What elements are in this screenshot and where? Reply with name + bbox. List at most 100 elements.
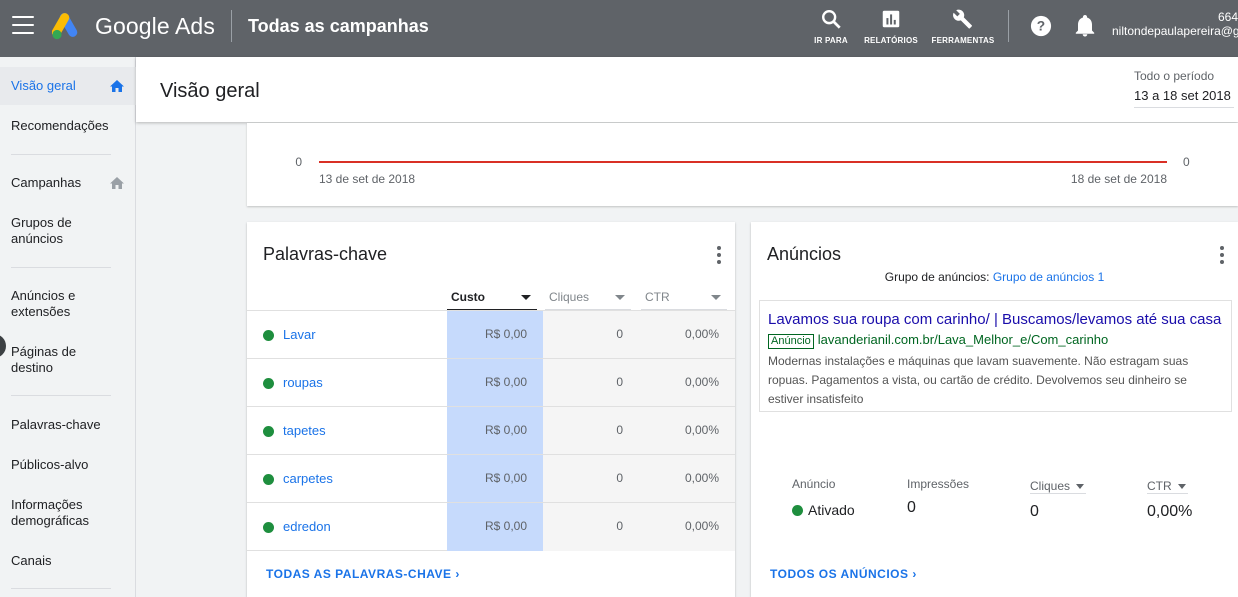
period-range: 13 a 18 set 2018: [1134, 88, 1234, 108]
campaign-scope-title[interactable]: Todas as campanhas: [248, 16, 429, 37]
clicks-metric-dropdown[interactable]: Cliques: [1030, 479, 1087, 494]
performance-chart: 0 0 13 de set de 2018 18 de set de 2018: [295, 155, 1190, 186]
ad-group-link[interactable]: Grupo de anúncios 1: [993, 270, 1104, 284]
ad-url-line: Anúncio lavanderianil.com.br/Lava_Melhor_…: [768, 332, 1223, 349]
sidebar-divider: [11, 267, 111, 268]
google-ads-logo-icon[interactable]: [52, 12, 84, 40]
column-header-cost[interactable]: Custo: [447, 284, 537, 310]
x-axis-tick-label: 13 de set de 2018: [319, 172, 415, 186]
table-row: Lavar R$ 0,00 0 0,00%: [247, 310, 735, 359]
home-icon: [110, 177, 124, 189]
sort-descending-icon: [521, 295, 531, 300]
sidebar-item-ads-extensions[interactable]: Anúncios e extensões: [0, 288, 90, 320]
sidebar-item-keywords[interactable]: Palavras-chave: [0, 417, 136, 433]
sidebar-item-demographics[interactable]: Informações demográficas: [0, 497, 100, 529]
all-ads-label: TODOS OS ANÚNCIOS: [770, 567, 909, 581]
sidebar-divider: [11, 154, 111, 155]
stat-ctr: CTR 0,00%: [1147, 477, 1192, 521]
account-email: niltondepaulapereira@g: [1112, 24, 1238, 38]
column-header-clicks[interactable]: Cliques: [545, 284, 631, 310]
table-row: tapetes R$ 0,00 0 0,00%: [247, 406, 735, 455]
status-text: Ativado: [808, 502, 855, 518]
table-row: roupas R$ 0,00 0 0,00%: [247, 358, 735, 407]
sidebar-item-label: Páginas de destino: [11, 344, 77, 375]
ad-display-url: lavanderianil.com.br/Lava_Melhor_e/Com_c…: [817, 332, 1109, 347]
more-options-icon[interactable]: [1220, 246, 1224, 264]
sidebar-item-landing-pages[interactable]: Páginas de destino: [0, 344, 90, 376]
ad-headline[interactable]: Lavamos sua roupa com carinho/ | Buscamo…: [768, 311, 1223, 328]
account-info[interactable]: 664- niltondepaulapereira@g: [1112, 10, 1238, 38]
more-options-icon[interactable]: [717, 246, 721, 264]
clicks-cell: 0: [616, 423, 623, 437]
cost-cell: R$ 0,00: [484, 327, 527, 341]
performance-chart-card: 0 0 13 de set de 2018 18 de set de 2018: [247, 123, 1238, 206]
sidebar-item-overview[interactable]: Visão geral: [0, 67, 136, 105]
chevron-right-icon: ›: [912, 567, 917, 581]
dropdown-arrow-icon: [615, 295, 625, 300]
top-bar: Google Ads Todas as campanhas IR PARA RE…: [0, 0, 1238, 57]
keyword-link[interactable]: roupas: [283, 375, 323, 390]
y-axis-left-tick-label: 0: [295, 155, 302, 169]
ad-preview[interactable]: Lavamos sua roupa com carinho/ | Buscamo…: [759, 300, 1232, 412]
ctr-cell: 0,00%: [684, 519, 719, 533]
sidebar-item-ad-groups[interactable]: Grupos de anúncios: [0, 215, 90, 247]
status-value: Ativado: [792, 502, 855, 518]
goto-button[interactable]: IR PARA: [814, 8, 848, 45]
tools-label: FERRAMENTAS: [931, 36, 995, 45]
account-id: 664-: [1217, 10, 1238, 24]
status-enabled-icon: [792, 505, 803, 516]
table-row: carpetes R$ 0,00 0 0,00%: [247, 454, 735, 503]
search-icon: [822, 10, 841, 29]
keywords-table-body: Lavar R$ 0,00 0 0,00% roupas R$ 0,00 0 0…: [247, 310, 735, 551]
reports-button[interactable]: RELATÓRIOS: [862, 8, 920, 45]
keyword-link[interactable]: tapetes: [283, 423, 326, 438]
ctr-cell: 0,00%: [684, 375, 719, 389]
stat-clicks: Cliques 0: [1030, 477, 1087, 521]
column-header-label: Custo: [451, 290, 485, 304]
ad-group-selector: Grupo de anúncios: Grupo de anúncios 1: [751, 270, 1238, 284]
main-header: Visão geral Todo o período 13 a 18 set 2…: [136, 57, 1238, 122]
sidebar-divider: [11, 588, 111, 589]
column-header-label: CTR: [645, 290, 670, 304]
topbar-divider: [1008, 10, 1009, 42]
topbar-divider: [231, 10, 232, 42]
stat-value: 0,00%: [1147, 503, 1193, 520]
all-keywords-link[interactable]: TODAS AS PALAVRAS-CHAVE ›: [266, 567, 460, 581]
menu-icon[interactable]: [12, 16, 34, 34]
help-icon[interactable]: ?: [1030, 15, 1052, 37]
status-enabled-icon: [263, 522, 274, 533]
all-ads-link[interactable]: TODOS OS ANÚNCIOS ›: [770, 567, 917, 581]
sidebar-item-campaigns[interactable]: Campanhas: [0, 175, 136, 191]
column-header-label: Cliques: [549, 290, 590, 304]
clicks-cell: 0: [616, 327, 623, 341]
sidebar-item-label: Grupos de anúncios: [11, 215, 72, 246]
sidebar: Visão geral Recomendações Campanhas Grup…: [0, 57, 136, 597]
page-title: Visão geral: [160, 80, 260, 102]
stat-label: Impressões: [907, 477, 970, 491]
sidebar-item-audiences[interactable]: Públicos-alvo: [0, 457, 136, 473]
notifications-bell-icon[interactable]: [1075, 15, 1095, 37]
keyword-link[interactable]: carpetes: [283, 471, 333, 486]
sidebar-item-recommendations[interactable]: Recomendações: [0, 118, 136, 134]
sidebar-divider: [11, 395, 111, 396]
wrench-icon: [953, 9, 972, 29]
tools-button[interactable]: FERRAMENTAS: [930, 8, 996, 45]
date-range-picker[interactable]: Todo o período 13 a 18 set 2018: [1134, 69, 1234, 108]
keywords-card: Palavras-chave Custo Cliques CTR Lavar R…: [247, 222, 735, 597]
ctr-metric-dropdown[interactable]: CTR: [1147, 479, 1188, 494]
keyword-link[interactable]: edredon: [283, 519, 331, 534]
chevron-right-icon: ›: [455, 567, 460, 581]
sidebar-item-placements[interactable]: Canais: [0, 553, 136, 569]
column-header-ctr[interactable]: CTR: [641, 284, 727, 310]
ctr-cell: 0,00%: [684, 327, 719, 341]
ad-group-label: Grupo de anúncios:: [884, 270, 990, 284]
keyword-link[interactable]: Lavar: [283, 327, 316, 342]
goto-label: IR PARA: [814, 36, 848, 45]
reports-label: RELATÓRIOS: [864, 36, 918, 45]
all-keywords-label: TODAS AS PALAVRAS-CHAVE: [266, 567, 452, 581]
table-row: edredon R$ 0,00 0 0,00%: [247, 502, 735, 551]
reports-icon: [882, 10, 900, 28]
sidebar-item-label: Palavras-chave: [11, 417, 101, 432]
y-axis-right-tick-label: 0: [1183, 155, 1190, 169]
cost-cell: R$ 0,00: [484, 375, 527, 389]
